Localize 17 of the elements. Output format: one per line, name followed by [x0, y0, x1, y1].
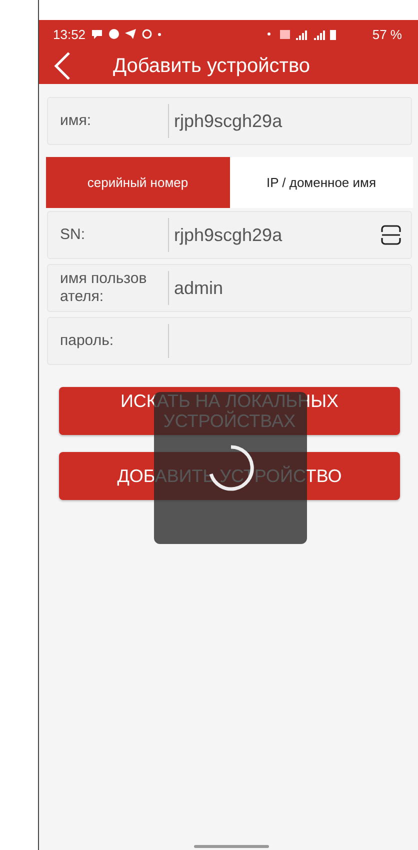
chat-icon — [92, 28, 103, 40]
tab[interactable]: серийный номер — [46, 157, 230, 208]
field-label: SN: — [59, 226, 86, 244]
scan-icon[interactable] — [381, 225, 401, 245]
name-field[interactable]: rjph9scgh29a — [168, 104, 411, 138]
input-field[interactable]: rjph9scgh29a — [168, 218, 411, 252]
send-icon — [124, 29, 136, 39]
field-label: имя пользов ателя: — [59, 270, 148, 306]
field-label: имя: — [59, 112, 92, 130]
status-time: 13:52 — [53, 26, 86, 42]
circle-icon — [108, 29, 119, 39]
dot-icon — [158, 32, 161, 36]
battery-level: 57 % — [372, 26, 402, 42]
field-label: пароль: — [59, 332, 115, 350]
page-title: Добавить устройство — [113, 54, 310, 78]
input-field[interactable]: admin — [168, 271, 411, 305]
back-icon[interactable] — [53, 52, 71, 80]
